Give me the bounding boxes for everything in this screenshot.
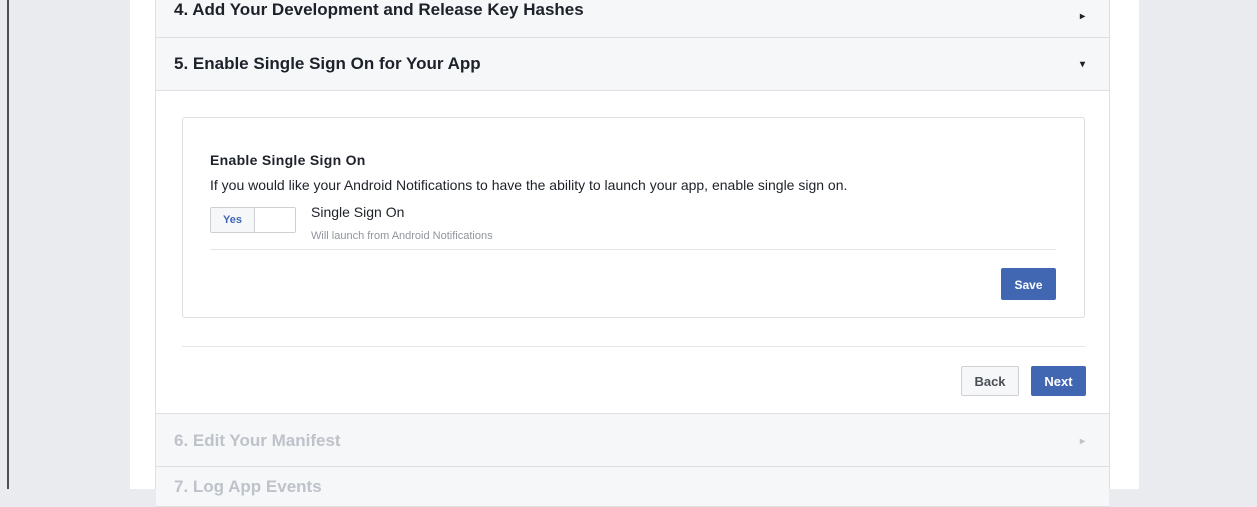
save-button[interactable]: Save: [1001, 268, 1056, 300]
step-4-header[interactable]: 4. Add Your Development and Release Key …: [156, 0, 1109, 38]
right-gutter: [1110, 0, 1139, 489]
step-5-label: 5. Enable Single Sign On for Your App: [174, 54, 481, 73]
step-7-header[interactable]: 7. Log App Events: [156, 467, 1109, 507]
chevron-right-icon: ▸: [1079, 11, 1085, 22]
card-divider: [210, 249, 1056, 250]
back-button[interactable]: Back: [961, 366, 1019, 396]
sso-setting-label: Single Sign On: [311, 204, 405, 220]
sso-toggle[interactable]: Yes: [210, 207, 296, 233]
chevron-right-icon: ▸: [1079, 436, 1085, 447]
step-7-label: 7. Log App Events: [174, 477, 322, 496]
sso-card: Enable Single Sign On If you would like …: [182, 117, 1085, 318]
step-5-header[interactable]: 5. Enable Single Sign On for Your App ▾: [156, 38, 1109, 91]
window-edge: [7, 0, 9, 489]
sso-description: If you would like your Android Notificat…: [210, 177, 848, 193]
step-6-header[interactable]: 6. Edit Your Manifest ▸: [156, 413, 1109, 467]
sso-title: Enable Single Sign On: [210, 152, 366, 168]
next-button[interactable]: Next: [1031, 366, 1086, 396]
quickstart-panel: 4. Add Your Development and Release Key …: [155, 0, 1110, 507]
chevron-down-icon: ▾: [1079, 59, 1085, 70]
left-gutter: [130, 0, 155, 489]
step-4-label: 4. Add Your Development and Release Key …: [174, 0, 584, 19]
sso-setting-sublabel: Will launch from Android Notifications: [311, 230, 493, 242]
step-6-label: 6. Edit Your Manifest: [174, 431, 341, 450]
sso-toggle-yes: Yes: [211, 208, 255, 232]
section-divider: [182, 346, 1085, 347]
